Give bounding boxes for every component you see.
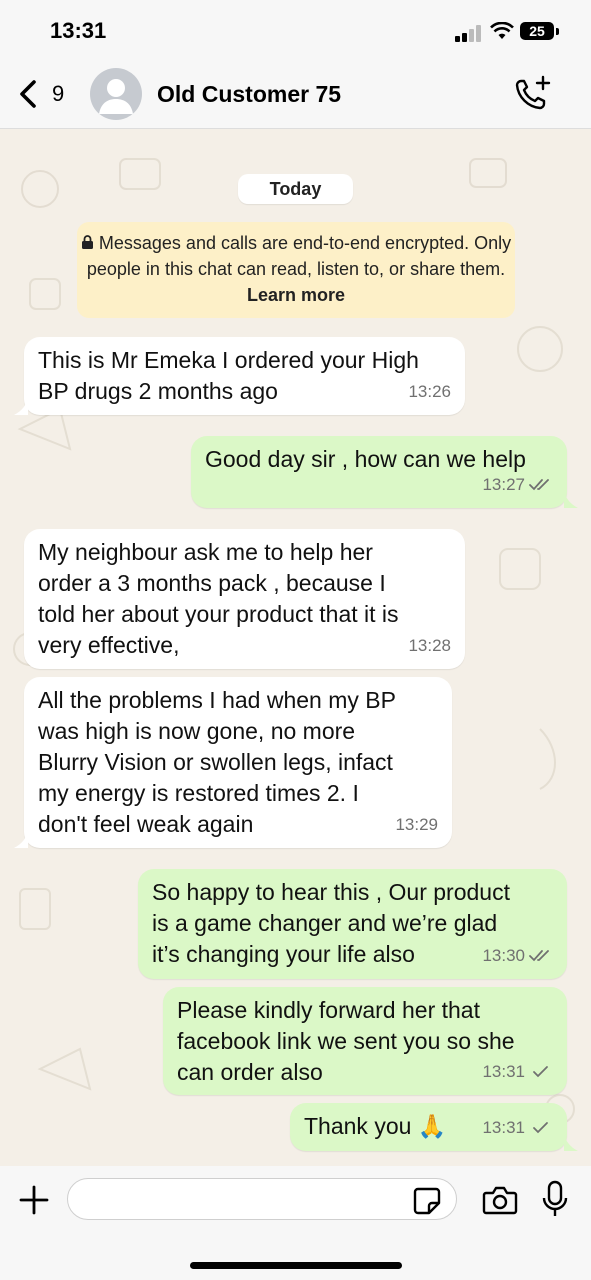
bubble-tail [14,832,28,848]
message-bubble-incoming[interactable]: All the problems I had when my BP was hi… [24,677,452,848]
message-bubble-outgoing[interactable]: Good day sir , how can we help 13:27 [191,436,567,508]
bubble-tail [14,399,28,415]
message-text: This is Mr Emeka I ordered your High BP … [38,347,419,404]
message-time: 13:28 [408,636,451,655]
message-text: My neighbour ask me to help her order a … [38,539,399,658]
status-time: 13:31 [50,18,107,43]
avatar[interactable] [90,68,142,120]
double-check-icon [529,949,549,961]
home-indicator [190,1262,402,1269]
back-chevron-icon[interactable] [14,76,44,112]
lock-icon [81,233,99,253]
signal-icon [455,24,485,42]
message-bubble-outgoing[interactable]: So happy to hear this , Our product is a… [138,869,567,979]
message-time: 13:26 [408,382,451,401]
unread-count[interactable]: 9 [52,81,64,107]
chat-header: 9 Old Customer 75 [0,62,591,129]
message-bubble-outgoing[interactable]: Thank you 🙏 13:31 [290,1103,567,1151]
single-check-icon [533,1121,548,1133]
status-bar: 13:31 25 [0,0,591,62]
camera-icon[interactable] [482,1184,518,1216]
message-time: 13:27 [482,475,525,494]
date-separator: Today [238,174,353,204]
learn-more-link[interactable]: Learn more [247,285,345,305]
message-time: 13:31 [482,1118,525,1137]
plus-icon[interactable] [18,1184,50,1216]
wifi-icon [490,22,514,39]
contact-name[interactable]: Old Customer 75 [157,81,341,108]
message-bubble-outgoing[interactable]: Please kindly forward her that facebook … [163,987,567,1095]
message-text: All the problems I had when my BP was hi… [38,687,396,837]
encryption-notice[interactable]: Messages and calls are end-to-end encryp… [77,222,515,318]
message-bubble-incoming[interactable]: This is Mr Emeka I ordered your High BP … [24,337,465,415]
single-check-icon [533,1065,548,1077]
microphone-icon[interactable] [542,1180,568,1218]
default-avatar-icon [99,79,133,114]
battery-icon: 25 [520,22,559,40]
message-time: 13:29 [395,815,438,834]
encryption-text: Messages and calls are end-to-end encryp… [86,233,512,279]
message-time: 13:30 [482,946,525,965]
double-check-icon [529,478,549,490]
bubble-tail [564,492,578,508]
add-call-icon[interactable] [512,74,552,114]
message-time: 13:31 [482,1062,525,1081]
composer-bar [0,1166,591,1280]
message-input[interactable] [67,1178,457,1220]
bubble-tail [564,1135,578,1151]
message-bubble-incoming[interactable]: My neighbour ask me to help her order a … [24,529,465,669]
sticker-icon[interactable] [412,1186,442,1216]
